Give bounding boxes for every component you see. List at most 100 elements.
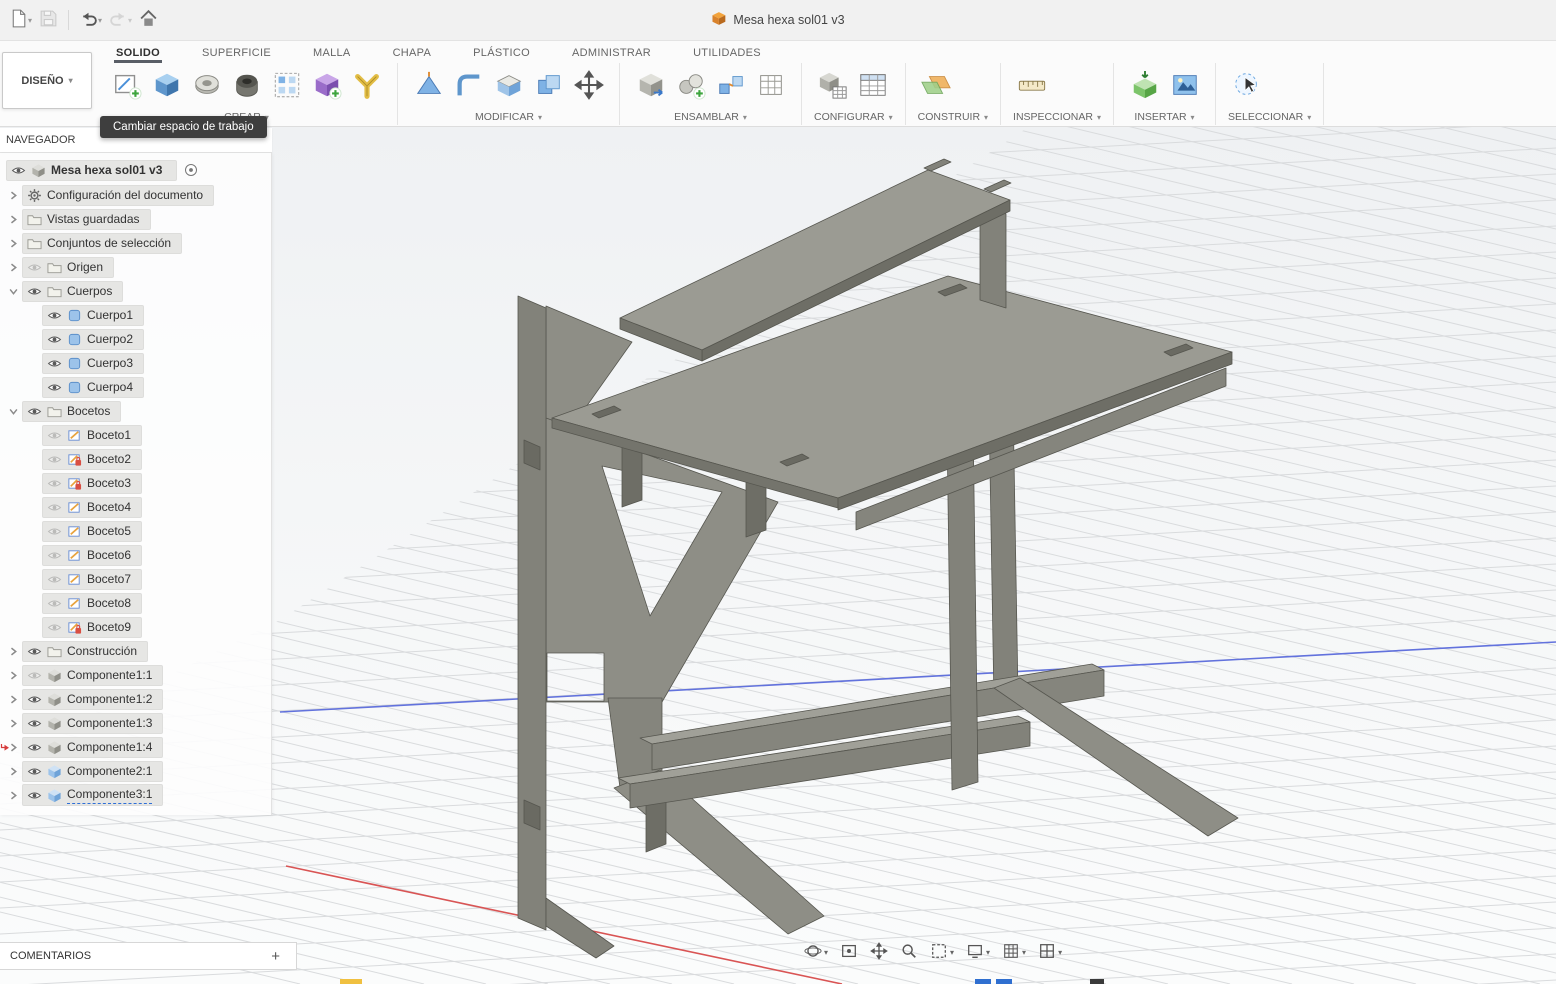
shell-tool-button[interactable] — [490, 65, 527, 105]
new-component-tool-button[interactable] — [632, 65, 669, 105]
tree-item-cuerpos[interactable]: Cuerpos — [0, 279, 271, 303]
visibility-eye-icon[interactable] — [47, 622, 62, 633]
expander-icon[interactable] — [6, 716, 20, 730]
redo-button[interactable]: ▾ — [106, 6, 134, 34]
pipe-tool-button[interactable] — [348, 65, 385, 105]
joint-tool-button[interactable] — [672, 65, 709, 105]
tree-item-boceto7[interactable]: Boceto7 — [0, 567, 271, 591]
group-dropdown-seleccionar[interactable]: SELECCIONAR ▾ — [1228, 111, 1311, 123]
group-dropdown-construir[interactable]: CONSTRUIR ▾ — [918, 111, 988, 123]
insert-derive-tool-button[interactable] — [1126, 65, 1163, 105]
tab-solido[interactable]: SOLIDO — [114, 47, 162, 63]
visibility-eye-icon[interactable] — [27, 790, 42, 801]
select-tool-button[interactable] — [1228, 65, 1265, 105]
construction-plane-tool-button[interactable] — [918, 65, 955, 105]
tree-item-conjuntos-de-selección[interactable]: Conjuntos de selección — [0, 231, 271, 255]
zoom-button[interactable] — [898, 940, 920, 965]
tree-item-boceto6[interactable]: Boceto6 — [0, 543, 271, 567]
visibility-eye-icon[interactable] — [47, 310, 62, 321]
decal-tool-button[interactable] — [1166, 65, 1203, 105]
chevron-down-icon[interactable]: ▾ — [1058, 948, 1062, 957]
tab-administrar[interactable]: ADMINISTRAR — [570, 47, 653, 63]
tree-item-cuerpo4[interactable]: Cuerpo4 — [0, 375, 271, 399]
group-dropdown-modificar[interactable]: MODIFICAR ▾ — [410, 111, 607, 123]
expander-icon[interactable] — [6, 644, 20, 658]
primitive-box-tool-button[interactable] — [308, 65, 345, 105]
move-tool-button[interactable] — [570, 65, 607, 105]
tree-item-boceto5[interactable]: Boceto5 — [0, 519, 271, 543]
configuration-table-tool-button[interactable] — [854, 65, 891, 105]
visibility-eye-icon[interactable] — [27, 718, 42, 729]
tree-root-item[interactable]: Mesa hexa sol01 v3 — [0, 157, 271, 183]
tree-item-configuración-del-documento[interactable]: Configuración del documento — [0, 183, 271, 207]
chevron-down-icon[interactable]: ▾ — [950, 948, 954, 957]
workspace-selector-button[interactable]: DISEÑO ▾ — [2, 52, 92, 109]
visibility-eye-icon[interactable] — [11, 165, 26, 176]
chevron-down-icon[interactable]: ▾ — [824, 948, 828, 957]
visibility-eye-icon[interactable] — [27, 670, 42, 681]
tree-item-cuerpo1[interactable]: Cuerpo1 — [0, 303, 271, 327]
extrude-tool-button[interactable] — [148, 65, 185, 105]
orbit-button[interactable]: ▾ — [802, 940, 830, 965]
visibility-eye-icon[interactable] — [47, 502, 62, 513]
tree-item-construcción[interactable]: Construcción — [0, 639, 271, 663]
visibility-eye-icon[interactable] — [27, 262, 42, 273]
expander-icon[interactable] — [6, 188, 20, 202]
tree-item-cuerpo3[interactable]: Cuerpo3 — [0, 351, 271, 375]
tree-item-boceto4[interactable]: Boceto4 — [0, 495, 271, 519]
undo-button[interactable]: ▾ — [76, 6, 104, 34]
configure-tool-button[interactable] — [814, 65, 851, 105]
tree-item-boceto1[interactable]: Boceto1 — [0, 423, 271, 447]
combine-tool-button[interactable] — [530, 65, 567, 105]
activate-component-radio-icon[interactable] — [184, 163, 198, 177]
expander-icon[interactable] — [6, 404, 20, 418]
create-sketch-tool-button[interactable] — [108, 65, 145, 105]
save-button[interactable] — [36, 6, 61, 34]
expander-icon[interactable] — [6, 764, 20, 778]
pattern-tool-button[interactable] — [268, 65, 305, 105]
chevron-down-icon[interactable]: ▾ — [28, 16, 32, 25]
home-button[interactable] — [136, 6, 161, 34]
pan-button[interactable] — [868, 940, 890, 965]
group-dropdown-insertar[interactable]: INSERTAR ▾ — [1126, 111, 1203, 123]
chevron-down-icon[interactable]: ▾ — [1022, 948, 1026, 957]
tab-utilidades[interactable]: UTILIDADES — [691, 47, 763, 63]
revolve-tool-button[interactable] — [188, 65, 225, 105]
expander-icon[interactable] — [6, 668, 20, 682]
visibility-eye-icon[interactable] — [27, 646, 42, 657]
visibility-eye-icon[interactable] — [27, 766, 42, 777]
visibility-eye-icon[interactable] — [27, 286, 42, 297]
visibility-eye-icon[interactable] — [47, 478, 62, 489]
tab-chapa[interactable]: CHAPA — [391, 47, 434, 63]
tree-item-boceto2[interactable]: Boceto2 — [0, 447, 271, 471]
visibility-eye-icon[interactable] — [47, 454, 62, 465]
tree-item-bocetos[interactable]: Bocetos — [0, 399, 271, 423]
visibility-eye-icon[interactable] — [27, 742, 42, 753]
visibility-eye-icon[interactable] — [47, 526, 62, 537]
tree-item-componente3-1[interactable]: Componente3:1 — [0, 783, 271, 807]
expander-icon[interactable] — [6, 212, 20, 226]
tree-item-componente1-1[interactable]: Componente1:1 — [0, 663, 271, 687]
visibility-eye-icon[interactable] — [27, 406, 42, 417]
file-menu-button[interactable]: ▾ — [6, 6, 34, 34]
expander-icon[interactable] — [6, 284, 20, 298]
measure-tool-button[interactable] — [1013, 65, 1050, 105]
tree-item-componente1-4[interactable]: Componente1:4 — [0, 735, 271, 759]
group-dropdown-ensamblar[interactable]: ENSAMBLAR ▾ — [632, 111, 789, 123]
visibility-eye-icon[interactable] — [47, 430, 62, 441]
fillet-tool-button[interactable] — [450, 65, 487, 105]
tree-item-componente1-3[interactable]: Componente1:3 — [0, 711, 271, 735]
visibility-eye-icon[interactable] — [47, 382, 62, 393]
visibility-eye-icon[interactable] — [47, 358, 62, 369]
tree-item-boceto9[interactable]: Boceto9 — [0, 615, 271, 639]
tree-item-componente2-1[interactable]: Componente2:1 — [0, 759, 271, 783]
motion-link-tool-button[interactable] — [752, 65, 789, 105]
press-pull-tool-button[interactable] — [410, 65, 447, 105]
chevron-down-icon[interactable]: ▾ — [128, 16, 132, 25]
visibility-eye-icon[interactable] — [27, 694, 42, 705]
grid-settings-button[interactable]: ▾ — [1000, 940, 1028, 965]
visibility-eye-icon[interactable] — [47, 334, 62, 345]
expander-icon[interactable] — [6, 788, 20, 802]
tab-plástico[interactable]: PLÁSTICO — [471, 47, 532, 63]
expander-icon[interactable] — [6, 692, 20, 706]
